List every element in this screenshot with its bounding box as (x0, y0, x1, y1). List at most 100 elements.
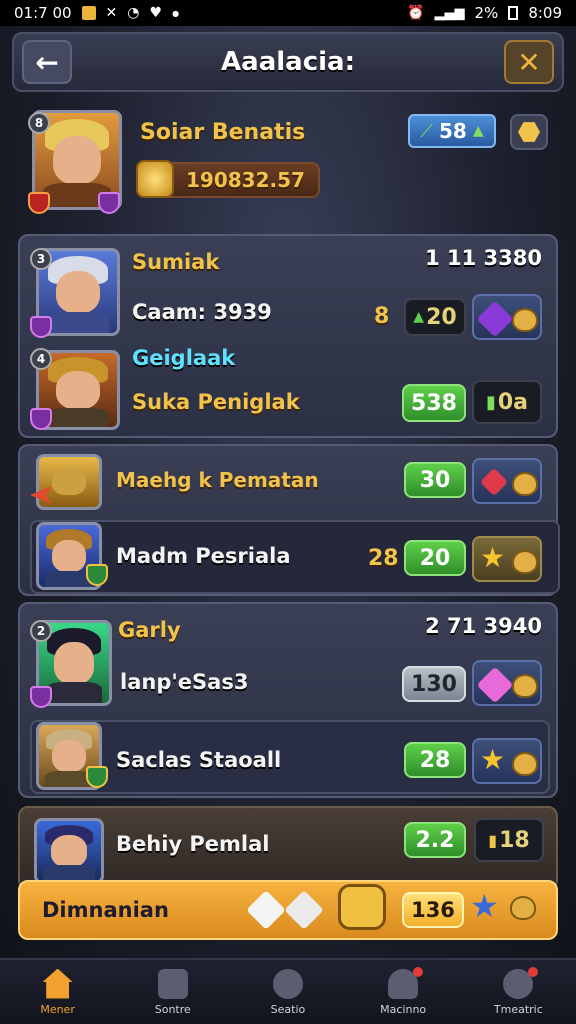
leaderboard-group-3: 2 71 3940 2 Garly lanp'eSas3 130 Saclas … (18, 602, 558, 798)
pet-icon (512, 308, 538, 332)
energy-pill[interactable]: ⟋ 58 ▲ (408, 114, 496, 148)
gold-bar-icon: ▮ (485, 391, 496, 413)
pet-reward-icon (338, 884, 386, 930)
profile-icon (388, 968, 419, 999)
member-value-pill[interactable]: 28 (404, 742, 466, 778)
shield-icon (28, 192, 50, 214)
group-rank-score: 2 71 3940 (425, 614, 542, 638)
rank-gem-icon (30, 408, 52, 430)
member-value-pill[interactable]: 2.2 (404, 822, 466, 858)
member-value-pill[interactable]: 538 (402, 384, 466, 422)
reward-slot[interactable]: ▮ 18 (474, 818, 544, 862)
battery-icon (508, 6, 519, 20)
member-side-number: 8 (374, 304, 390, 329)
member-side-number: 28 (368, 546, 399, 571)
arrow-left-icon: ← (35, 45, 59, 79)
gold-star-icon: ★ (480, 541, 506, 574)
settings-hex-button[interactable] (510, 114, 548, 150)
member-level-badge: 2 (30, 620, 52, 642)
nav-label: Tmeatric (493, 1002, 543, 1016)
red-gem-icon (479, 467, 509, 497)
nav-book[interactable]: Sontre (123, 968, 223, 1016)
reward-value: 0a (497, 389, 529, 415)
member-name: Behiy Pemlal (116, 832, 270, 856)
close-button[interactable]: ✕ (504, 40, 554, 84)
member-name: Garly (118, 618, 181, 642)
arrow-up-icon: ▲ (472, 123, 484, 139)
nav-profile[interactable]: Macinno (353, 966, 453, 1016)
home-icon (42, 968, 73, 999)
member-name: Maehg k Pematan (116, 468, 319, 492)
member-name: Saclas Staoall (116, 748, 282, 772)
bottom-navigation: Mener Sontre Seatio Macinno Tmeatric (0, 958, 576, 1024)
group-rank-score: 1 11 3380 (425, 246, 542, 270)
member-value-pill[interactable]: 30 (404, 462, 466, 498)
member-level-badge: 4 (30, 348, 52, 370)
status-time: 01:7 00 (14, 4, 72, 22)
pet-icon (512, 550, 538, 574)
member-value-pill[interactable]: 20 (404, 540, 466, 576)
chat-icon (503, 968, 534, 999)
up-arrow-icon: ▲ (413, 309, 425, 325)
member-avatar[interactable] (34, 818, 104, 884)
member-value-pill[interactable]: ▲ 20 (404, 298, 466, 336)
nav-label: Macinno (380, 1002, 427, 1016)
notification-icon (81, 6, 96, 20)
highlight-banner[interactable]: Dimnanian 136 ★ (18, 880, 558, 940)
alarm-icon: ⏰ (407, 5, 425, 21)
player-level-badge: 8 (28, 112, 50, 134)
back-button[interactable]: ← (22, 40, 72, 84)
pet-icon (512, 752, 538, 776)
reward-slot[interactable] (472, 458, 542, 504)
member-subtitle: Suka Peniglak (132, 390, 300, 414)
page-title: Aaalacia: (221, 47, 355, 77)
energy-value: 58 (438, 119, 467, 143)
compass-icon (272, 968, 303, 999)
shield-icon (86, 766, 108, 788)
nav-label: Mener (40, 1002, 75, 1016)
reward-slot[interactable]: ▮ 0a (472, 380, 542, 424)
wifi-icon: ◔ (127, 5, 140, 21)
coin-balance: 190832.57 (186, 168, 305, 192)
member-subtitle: Caam: 3939 (132, 300, 272, 324)
status-bar: 01:7 00 ✕ ◔ ♥ ● ⏰ ▂▄▆ 2% 8:09 (0, 0, 576, 26)
heart-icon: ♥ (149, 5, 163, 21)
rank-gem-icon (30, 686, 52, 708)
highlight-value-pill[interactable]: 136 (402, 892, 464, 928)
member-value: 20 (426, 304, 457, 330)
player-profile: 8 Soiar Benatis 190832.57 ⟋ 58 ▲ (26, 108, 556, 220)
player-name: Soiar Benatis (140, 120, 306, 145)
hexagon-icon (518, 122, 540, 142)
highlight-name: Dimnanian (42, 898, 169, 922)
shield-icon (86, 564, 108, 586)
nav-home[interactable]: Mener (8, 968, 108, 1016)
close-x-icon: ✕ (517, 45, 541, 79)
member-name: Madm Pesriala (116, 544, 291, 568)
crystal-icon (284, 890, 324, 930)
nav-compass[interactable]: Seatio (238, 968, 338, 1016)
member-name: Geiglaak (132, 346, 236, 370)
purple-gem-icon (476, 300, 514, 338)
leaderboard-group-2: Maehg k Pematan 30 Madm Pesriala 28 20 ★ (18, 444, 560, 596)
nav-chat[interactable]: Tmeatric (468, 966, 568, 1016)
member-value-pill[interactable]: 130 (402, 666, 466, 702)
blue-star-icon: ★ (470, 887, 499, 925)
leaderboard-group-1: 1 11 3380 3 Sumiak Caam: 3939 8 ▲ 20 4 G… (18, 234, 558, 438)
pet-icon (510, 896, 536, 920)
status-clock: 8:09 (528, 4, 562, 22)
leaf-icon: ⟋ (420, 120, 433, 142)
reward-slot[interactable]: ★ (472, 536, 542, 582)
crystal-icon (246, 890, 286, 930)
member-level-badge: 3 (30, 248, 52, 270)
reward-slot[interactable]: ★ (472, 738, 542, 784)
no-sim-icon: ✕ (105, 5, 118, 21)
pet-icon (512, 674, 538, 698)
pink-gem-icon (476, 666, 514, 704)
member-subtitle: lanp'eSas3 (120, 670, 249, 694)
member-avatar[interactable] (36, 454, 102, 510)
coin-icon (136, 160, 174, 198)
leaderboard-group-4: Behiy Pemlal 2.2 ▮ 18 (18, 806, 558, 890)
reward-slot[interactable] (472, 294, 542, 340)
nav-label: Seatio (270, 1002, 306, 1016)
reward-slot[interactable] (472, 660, 542, 706)
